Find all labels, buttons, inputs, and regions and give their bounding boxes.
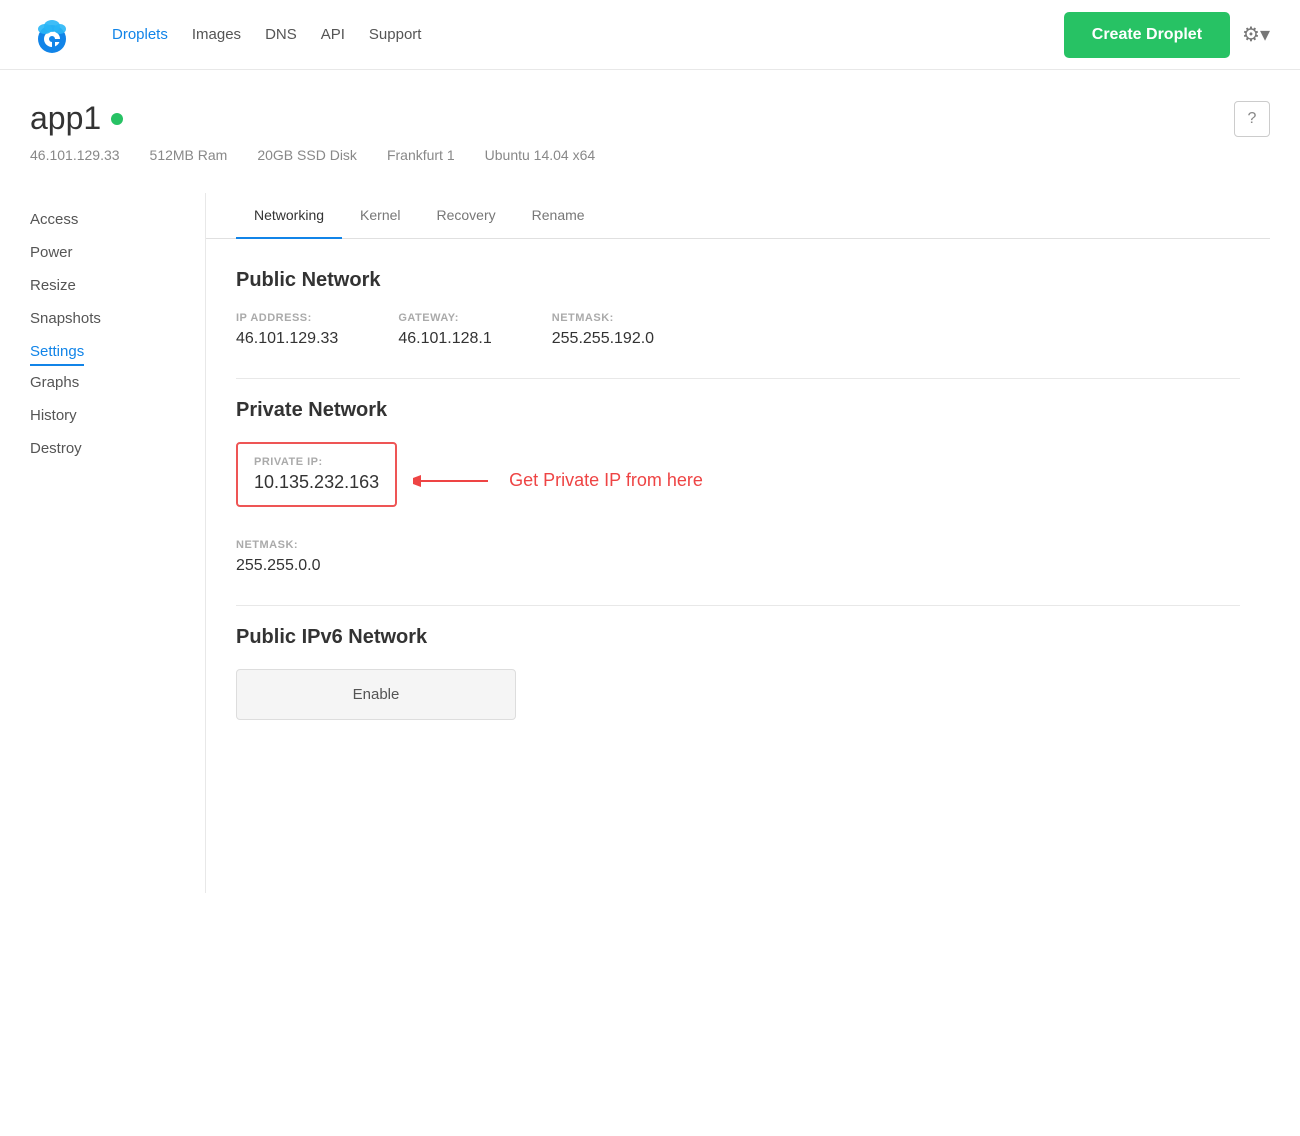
private-netmask-fields: NETMASK: 255.255.0.0 — [236, 539, 1240, 575]
tab-rename[interactable]: Rename — [514, 193, 603, 239]
sidebar-item-settings[interactable]: Settings — [30, 335, 84, 366]
content-area: Networking Kernel Recovery Rename Public… — [205, 193, 1270, 893]
netmask-value: 255.255.192.0 — [552, 330, 654, 348]
ipv6-network-title: Public IPv6 Network — [236, 626, 1240, 649]
network-content: Public Network IP ADDRESS: 46.101.129.33… — [206, 239, 1270, 780]
nav-support[interactable]: Support — [369, 26, 422, 43]
sidebar-item-snapshots[interactable]: Snapshots — [30, 302, 205, 335]
private-ip-value: 10.135.232.163 — [254, 472, 379, 493]
nav-dns[interactable]: DNS — [265, 26, 297, 43]
header-right: Create Droplet ⚙ ▾ — [1064, 12, 1270, 58]
gear-icon: ⚙ — [1242, 22, 1260, 47]
tab-networking[interactable]: Networking — [236, 193, 342, 239]
status-indicator — [111, 113, 123, 125]
sidebar-item-power[interactable]: Power — [30, 236, 205, 269]
logo — [30, 13, 82, 57]
page-content: app1 ? 46.101.129.33 512MB Ram 20GB SSD … — [0, 70, 1300, 923]
header: Droplets Images DNS API Support Create D… — [0, 0, 1300, 70]
sidebar-item-resize[interactable]: Resize — [30, 269, 205, 302]
public-network-fields: IP ADDRESS: 46.101.129.33 GATEWAY: 46.10… — [236, 312, 1240, 348]
help-button[interactable]: ? — [1234, 101, 1270, 137]
ipv6-network-section: Public IPv6 Network Enable — [236, 626, 1240, 720]
netmask-field: NETMASK: 255.255.192.0 — [552, 312, 654, 348]
public-network-section: Public Network IP ADDRESS: 46.101.129.33… — [236, 269, 1240, 348]
divider-1 — [236, 378, 1240, 379]
droplet-os: Ubuntu 14.04 x64 — [485, 147, 596, 163]
enable-ipv6-button[interactable]: Enable — [236, 669, 516, 720]
droplet-meta: 46.101.129.33 512MB Ram 20GB SSD Disk Fr… — [30, 147, 1270, 163]
main-nav: Droplets Images DNS API Support — [112, 26, 1064, 43]
ip-address-value: 46.101.129.33 — [236, 330, 338, 348]
private-netmask-label: NETMASK: — [236, 539, 321, 551]
private-ip-label: PRIVATE IP: — [254, 456, 379, 468]
annotation-arrow — [413, 466, 493, 496]
droplet-name: app1 — [30, 100, 101, 137]
sidebar-item-history[interactable]: History — [30, 399, 205, 432]
tab-recovery[interactable]: Recovery — [419, 193, 514, 239]
droplet-ram: 512MB Ram — [150, 147, 228, 163]
droplet-title-row: app1 ? — [30, 100, 1270, 137]
chevron-icon: ▾ — [1260, 22, 1270, 47]
droplet-disk: 20GB SSD Disk — [257, 147, 357, 163]
private-network-title: Private Network — [236, 399, 1240, 422]
private-ip-annotation: Get Private IP from here — [509, 470, 703, 491]
nav-images[interactable]: Images — [192, 26, 241, 43]
private-ip-section: PRIVATE IP: 10.135.232.163 — [236, 442, 1240, 519]
droplet-ip: 46.101.129.33 — [30, 147, 120, 163]
create-droplet-button[interactable]: Create Droplet — [1064, 12, 1230, 58]
private-netmask-value: 255.255.0.0 — [236, 557, 321, 575]
droplet-location: Frankfurt 1 — [387, 147, 455, 163]
private-ip-box: PRIVATE IP: 10.135.232.163 — [236, 442, 397, 507]
gateway-field: GATEWAY: 46.101.128.1 — [398, 312, 491, 348]
sidebar: Access Power Resize Snapshots Settings G… — [30, 193, 205, 893]
ip-address-field: IP ADDRESS: 46.101.129.33 — [236, 312, 338, 348]
nav-droplets[interactable]: Droplets — [112, 26, 168, 43]
gateway-label: GATEWAY: — [398, 312, 491, 324]
ip-address-label: IP ADDRESS: — [236, 312, 338, 324]
netmask-label: NETMASK: — [552, 312, 654, 324]
sidebar-item-destroy[interactable]: Destroy — [30, 432, 205, 465]
logo-icon — [30, 13, 74, 57]
tab-bar: Networking Kernel Recovery Rename — [206, 193, 1270, 239]
main-layout: Access Power Resize Snapshots Settings G… — [30, 193, 1270, 893]
nav-api[interactable]: API — [321, 26, 345, 43]
settings-menu[interactable]: ⚙ ▾ — [1242, 22, 1270, 47]
public-network-title: Public Network — [236, 269, 1240, 292]
private-netmask-field: NETMASK: 255.255.0.0 — [236, 539, 321, 575]
divider-2 — [236, 605, 1240, 606]
private-network-section: Private Network PRIVATE IP: 10.135.232.1… — [236, 399, 1240, 575]
tab-kernel[interactable]: Kernel — [342, 193, 418, 239]
sidebar-item-graphs[interactable]: Graphs — [30, 366, 205, 399]
sidebar-item-access[interactable]: Access — [30, 203, 205, 236]
gateway-value: 46.101.128.1 — [398, 330, 491, 348]
